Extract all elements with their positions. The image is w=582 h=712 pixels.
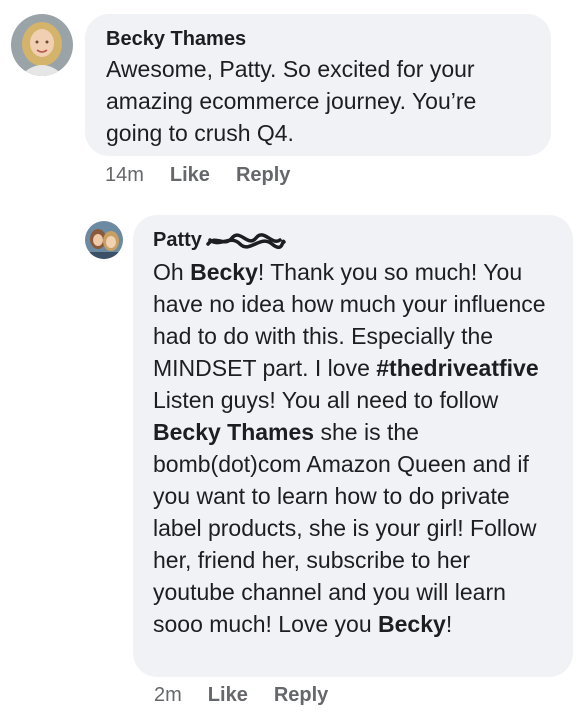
reply-text-bold-segment[interactable]: Becky [378,611,446,637]
comment-text: Awesome, Patty. So excited for your amaz… [106,56,477,146]
reply-text: Oh Becky! Thank you so much! You have no… [153,256,555,640]
name-redaction-scribble [206,232,286,249]
reply-text-segment: Oh [153,259,191,285]
comment-like-button[interactable]: Like [170,163,210,187]
reply-text-bold-segment[interactable]: #thedriveatfive [376,355,538,381]
reply-text-segment: she is the bomb(dot)com Amazon Queen and… [153,419,537,637]
reply-text-bold-segment[interactable]: Becky [190,259,258,285]
reply-timestamp[interactable]: 2m [154,683,182,707]
comment-author[interactable]: Becky Thames [106,27,531,51]
reply-text-segment: Listen guys! You all need to follow [153,387,499,413]
becky-avatar[interactable] [11,14,73,76]
reply-reply-button[interactable]: Reply [274,683,328,707]
comment-reply-button[interactable]: Reply [236,163,290,187]
reply-text-bold-segment[interactable]: Becky Thames [153,419,314,445]
reply-author-line: Patty [153,228,555,252]
reply-bubble: Patty Oh Becky! Thank you so much! You h… [133,215,573,677]
reply-text-segment: ! [445,611,453,637]
reply-like-button[interactable]: Like [208,683,248,707]
reply-author[interactable]: Patty [153,229,202,251]
reply-meta: 2m Like Reply [154,683,328,707]
comment-meta: 14m Like Reply [105,163,290,187]
patty-avatar[interactable] [85,221,123,259]
comment-timestamp[interactable]: 14m [105,163,144,187]
comment-bubble: Becky Thames Awesome, Patty. So excited … [85,14,551,156]
